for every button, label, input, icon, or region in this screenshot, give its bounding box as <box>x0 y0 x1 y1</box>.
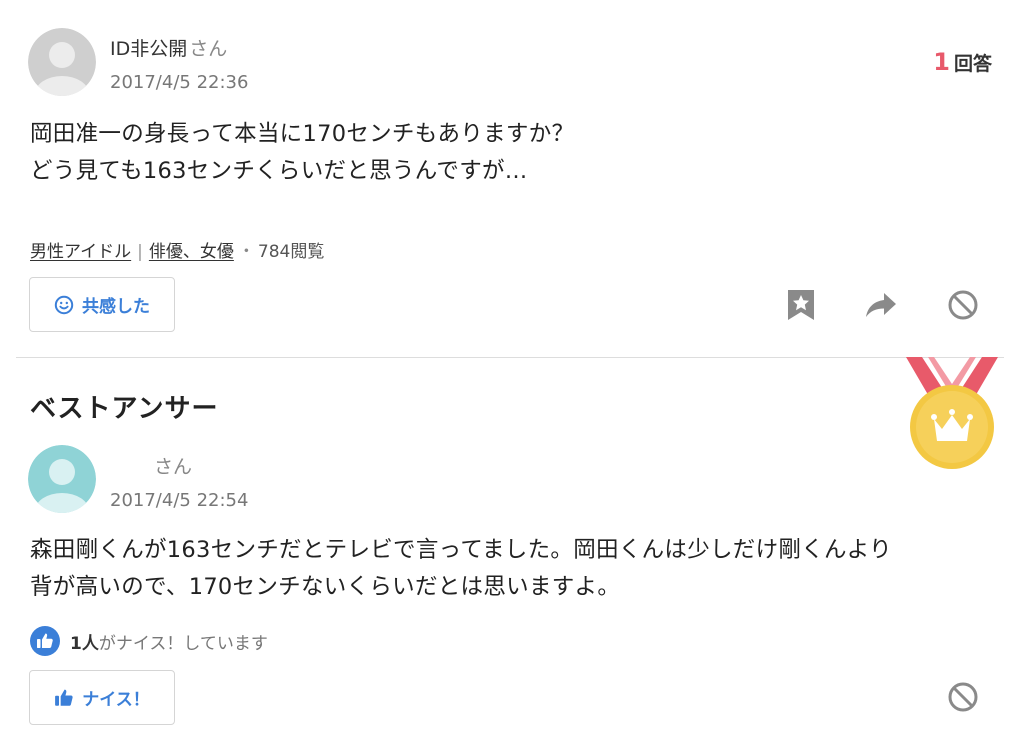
thumbs-up-icon <box>55 689 73 706</box>
answer-datetime: 2017/4/5 22:54 <box>110 490 249 511</box>
prohibited-icon <box>948 682 978 712</box>
share-arrow-icon <box>866 293 896 317</box>
honorific: さん <box>189 38 228 60</box>
prohibited-icon <box>948 290 978 320</box>
best-answer-medal <box>900 357 1004 473</box>
smile-icon <box>54 295 74 314</box>
dot-separator: ・ <box>237 242 255 262</box>
question-user-name[interactable]: ID非公開 さん <box>110 34 227 61</box>
question-datetime: 2017/4/5 22:36 <box>110 72 249 93</box>
nice-count-suffix: がナイス！しています <box>98 633 268 654</box>
report-answer-button[interactable] <box>944 678 982 716</box>
answer-text-line: 背が高いので、170センチないくらいだとは思いますよ。 <box>30 574 621 600</box>
answer-user-name[interactable]: さん <box>110 452 192 479</box>
user-name-text: ID非公開 <box>110 38 188 60</box>
report-button[interactable] <box>944 286 982 324</box>
answer-user-avatar[interactable] <box>28 445 96 513</box>
tag-link-actor[interactable]: 俳優、女優 <box>149 242 234 262</box>
question-text: 岡田准一の身長って本当に170センチもありますか？ どう見ても163センチくらい… <box>30 116 990 190</box>
best-answer-title: ベストアンサー <box>30 394 219 424</box>
nice-count-line: 1人がナイス！しています <box>30 625 268 657</box>
section-divider <box>16 357 1004 358</box>
answer-count[interactable]: 1 回答 <box>933 48 992 76</box>
thumbs-up-badge <box>30 626 60 656</box>
nice-count: 1人 <box>70 633 99 654</box>
bookmark-button[interactable] <box>782 286 820 324</box>
question-user-avatar[interactable] <box>28 28 96 96</box>
question-text-line: どう見ても163センチくらいだと思うんですが… <box>30 158 528 184</box>
empathy-button-label: 共感した <box>82 297 150 317</box>
default-avatar-icon <box>28 28 96 96</box>
crown-medal-icon <box>906 357 998 469</box>
bookmark-star-icon <box>788 290 814 320</box>
nice-button-label: ナイス！ <box>82 690 150 710</box>
share-button[interactable] <box>862 286 900 324</box>
empathy-button[interactable]: 共感した <box>29 277 175 332</box>
thumbs-up-icon <box>37 633 53 648</box>
answer-text: 森田剛くんが163センチだとテレビで言ってました。岡田くんは少しだけ剛くんより … <box>30 532 1000 606</box>
nice-button[interactable]: ナイス！ <box>29 670 175 725</box>
tag-link-male-idol[interactable]: 男性アイドル <box>30 242 131 262</box>
question-text-line: 岡田准一の身長って本当に170センチもありますか？ <box>30 121 575 147</box>
category-tags: 男性アイドル | 俳優、女優・ 784閲覧 <box>30 237 324 262</box>
page: ID非公開 さん 2017/4/5 22:36 1 回答 岡田准一の身長って本当に1… <box>0 0 1024 755</box>
view-count: 784閲覧 <box>257 242 325 262</box>
tag-separator: | <box>137 242 143 262</box>
honorific: さん <box>154 456 193 478</box>
answer-count-label: 回答 <box>953 53 992 75</box>
answer-count-number: 1 <box>933 48 950 76</box>
answer-text-line: 森田剛くんが163センチだとテレビで言ってました。岡田くんは少しだけ剛くんより <box>30 537 892 563</box>
default-avatar-icon <box>28 445 96 513</box>
